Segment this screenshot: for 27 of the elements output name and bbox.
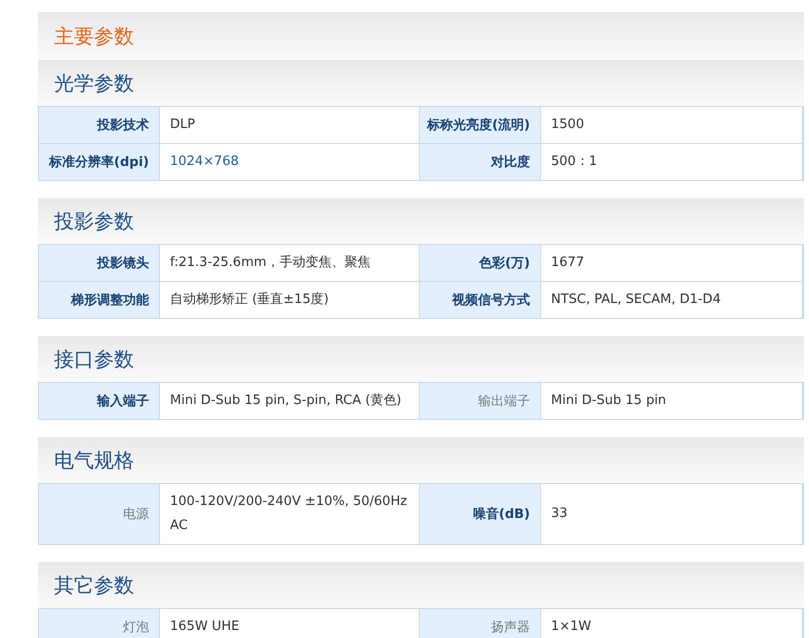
spec-label: 灯泡 — [39, 609, 160, 638]
spec-value: 1×1W — [541, 609, 803, 638]
spec-label: 对比度 — [420, 144, 541, 181]
spec-label: 标称光亮度(流明) — [420, 107, 541, 144]
spec-label: 投影镜头 — [39, 245, 160, 282]
spec-label: 噪音(dB) — [420, 484, 541, 545]
spec-label: 标准分辨率(dpi) — [39, 144, 160, 181]
spec-label: 电源 — [39, 484, 160, 545]
section-title: 电气规格 — [54, 446, 134, 474]
section-title: 其它参数 — [54, 572, 134, 598]
spec-value: NTSC, PAL, SECAM, D1-D4 — [541, 282, 803, 319]
spec-value: Mini D-Sub 15 pin — [541, 383, 803, 420]
section-title: 光学参数 — [54, 70, 134, 96]
section-title: 接口参数 — [54, 346, 134, 372]
spec-value: 1500 — [541, 107, 803, 144]
page-title: 主要参数 — [54, 22, 134, 50]
section-title: 投影参数 — [54, 208, 134, 234]
spec-value: 1677 — [541, 245, 803, 282]
spec-label: 色彩(万) — [420, 245, 541, 282]
spec-label: 扬声器 — [420, 609, 541, 638]
spec-value: 500：1 — [541, 144, 803, 181]
spec-label: 输入端子 — [39, 383, 160, 420]
spec-label: 投影技术 — [39, 107, 160, 144]
spec-label: 输出端子 — [420, 383, 541, 420]
spec-value: 33 — [541, 484, 803, 545]
spec-label: 视频信号方式 — [420, 282, 541, 319]
spec-label: 梯形调整功能 — [39, 282, 160, 319]
